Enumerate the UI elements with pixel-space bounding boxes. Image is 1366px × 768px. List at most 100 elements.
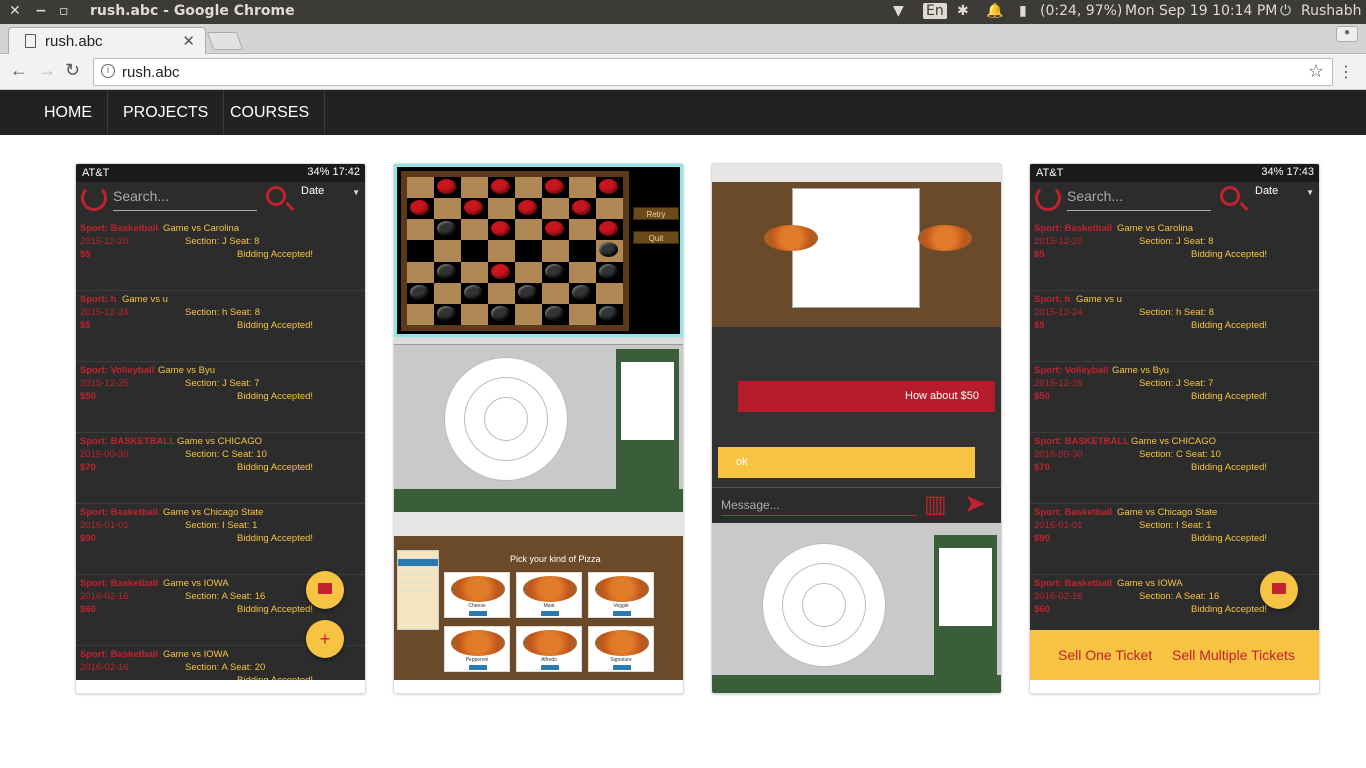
ticket-row[interactable]: Sport: Basketball Game vs Carolina 2015-12… [1030,220,1319,291]
board-square[interactable] [434,303,461,325]
address-bar[interactable]: i rush.abc ☆ [93,58,1333,86]
board-square[interactable] [434,219,461,241]
nav-courses[interactable]: COURSES [215,90,326,135]
bluetooth-icon[interactable]: ✱ [957,3,969,19]
board-square[interactable] [515,198,542,220]
board-square[interactable] [596,198,623,220]
clock[interactable]: Mon Sep 19 10:14 PM [1125,3,1277,19]
nav-projects[interactable]: PROJECTS [108,90,225,135]
black-checker-piece[interactable] [437,263,456,279]
browser-tab[interactable]: rush.abc ✕ [8,27,206,54]
board-square[interactable] [488,219,515,241]
board-square[interactable] [488,240,515,262]
sell-one-button[interactable]: Sell One Ticket [1058,647,1152,663]
board-square[interactable] [515,177,542,199]
add-pizza-button[interactable] [613,665,631,670]
search-input[interactable]: Search... [1067,188,1211,211]
new-tab-button[interactable] [206,32,244,50]
board-square[interactable] [569,177,596,199]
search-icon[interactable] [1220,186,1240,206]
board-square[interactable] [434,198,461,220]
ticket-row[interactable]: Sport: h Game vs u 2015-12-24 Section: h Se… [1030,291,1319,362]
add-pizza-button[interactable] [541,611,559,616]
pizza-card[interactable]: Pepperoni [444,626,510,672]
board-square[interactable] [596,282,623,304]
black-checker-piece[interactable] [545,305,564,321]
window-maximize-icon[interactable]: ▫ [59,3,69,19]
board-square[interactable] [542,177,569,199]
board-square[interactable] [569,219,596,241]
keyboard-layout[interactable]: En [923,3,947,19]
ticket-row[interactable]: Sport: Basketball Game vs Carolina 2015-12… [76,220,365,291]
board-square[interactable] [542,219,569,241]
red-checker-piece[interactable] [599,221,618,237]
red-checker-piece[interactable] [437,179,456,194]
black-checker-piece[interactable] [518,284,537,300]
red-checker-piece[interactable] [545,179,564,194]
board-square[interactable] [407,303,434,325]
window-minimize-icon[interactable]: − [35,3,47,19]
pizza-card[interactable]: Cheese [444,572,510,618]
black-checker-piece[interactable] [545,263,564,279]
board-square[interactable] [488,198,515,220]
board-square[interactable] [407,240,434,262]
sell-multiple-button[interactable]: Sell Multiple Tickets [1172,647,1295,663]
ticket-row[interactable]: Sport: BASKETBALL Game vs CHICAGO 2016-00-… [1030,433,1319,504]
black-checker-piece[interactable] [599,242,618,258]
add-pizza-button[interactable] [613,611,631,616]
ticket-row[interactable]: Sport: h Game vs u 2015-12-24 Section: h Se… [76,291,365,362]
nav-home[interactable]: HOME [29,90,108,135]
project-card-tickets[interactable]: AT&T 34% 17:42 Search... Date ▼ Sport: B… [75,163,366,694]
board-square[interactable] [542,282,569,304]
board-square[interactable] [596,219,623,241]
window-close-icon[interactable]: ✕ [9,3,21,19]
board-square[interactable] [434,261,461,283]
board-square[interactable] [596,261,623,283]
black-checker-piece[interactable] [464,284,483,300]
reload-icon[interactable]: ↻ [65,60,80,81]
board-square[interactable] [515,240,542,262]
notification-bell-icon[interactable]: 🔔 [986,3,1003,19]
red-checker-piece[interactable] [518,200,537,216]
black-checker-piece[interactable] [599,305,618,321]
board-square[interactable] [461,303,488,325]
search-input[interactable]: Search... [113,188,257,211]
pizza-card[interactable]: Signature [588,626,654,672]
message-input[interactable]: Message... [721,498,917,516]
red-checker-piece[interactable] [464,200,483,216]
black-checker-piece[interactable] [572,284,591,300]
board-square[interactable] [407,177,434,199]
board-square[interactable] [434,177,461,199]
retry-button[interactable]: Retry [633,207,679,220]
bookmark-star-icon[interactable]: ☆ [1308,61,1324,82]
board-square[interactable] [461,240,488,262]
user-icon[interactable]: ⏻ [1280,3,1291,19]
send-icon[interactable]: ➤ [964,488,986,519]
board-square[interactable] [461,219,488,241]
project-card-games[interactable]: Retry Quit Pick your kind of Pizza Chees… [393,163,684,694]
profile-icon[interactable]: ● [1336,26,1358,42]
chrome-menu-icon[interactable]: ⋮ [1338,62,1354,82]
map-icon[interactable]: ▥ [924,490,947,519]
ticket-row[interactable]: Sport: Basketball Game vs Chicago State 20… [76,504,365,575]
url-text[interactable]: rush.abc [122,64,180,81]
board-square[interactable] [542,303,569,325]
board-square[interactable] [515,303,542,325]
add-pizza-button[interactable] [469,665,487,670]
pizza-card[interactable]: Meat [516,572,582,618]
board-square[interactable] [569,261,596,283]
board-square[interactable] [569,303,596,325]
board-square[interactable] [596,240,623,262]
red-checker-piece[interactable] [545,221,564,237]
board-square[interactable] [407,198,434,220]
tab-close-icon[interactable]: ✕ [182,32,195,50]
red-checker-piece[interactable] [491,263,510,279]
board-square[interactable] [488,282,515,304]
black-checker-piece[interactable] [437,221,456,237]
board-square[interactable] [461,177,488,199]
sort-select[interactable]: Date [301,185,324,197]
board-square[interactable] [434,240,461,262]
quit-button[interactable]: Quit [633,231,679,244]
board-square[interactable] [542,240,569,262]
chat-fab[interactable] [306,571,344,609]
